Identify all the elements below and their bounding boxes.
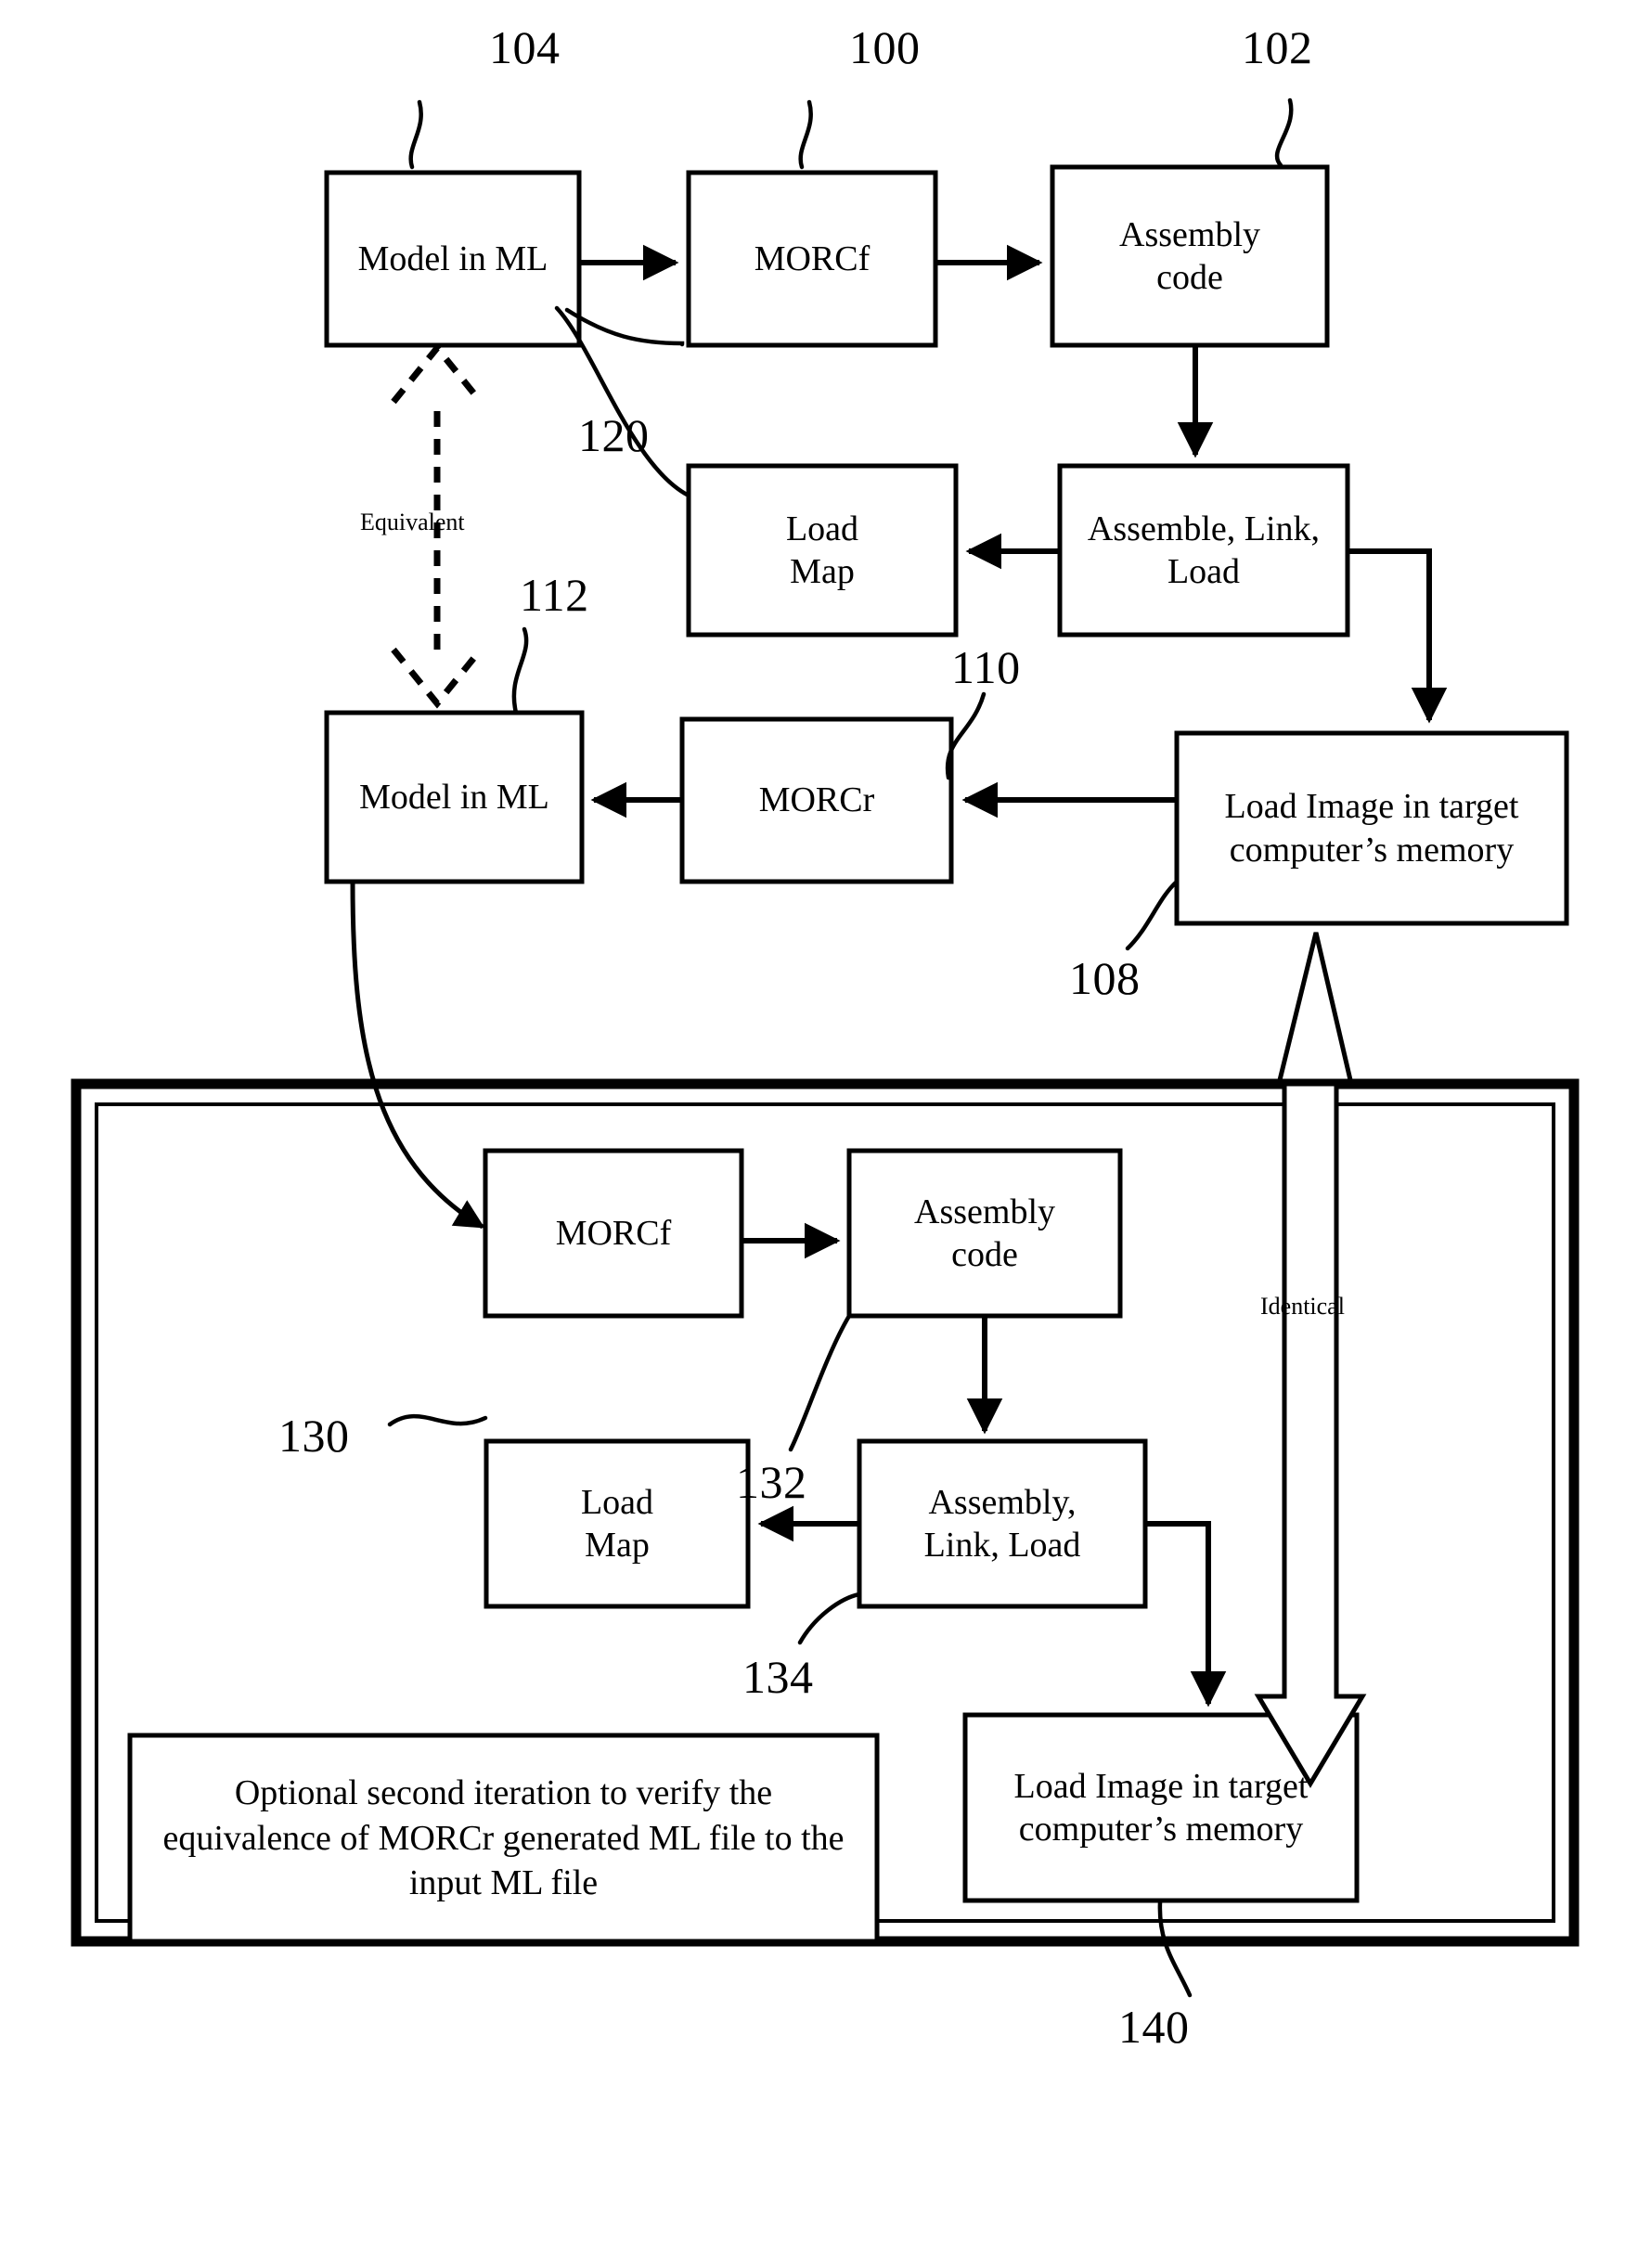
box-assembly-link-load-bottom (857, 1438, 1148, 1609)
leader-132 (788, 1313, 852, 1452)
ref-number-110: 110 (951, 641, 1021, 693)
equivalence-arrow-lower-head (391, 647, 484, 709)
ref-number-108: 108 (1069, 952, 1141, 1004)
leader-108 (1125, 879, 1180, 951)
ref-number-140: 140 (1118, 2001, 1190, 2053)
leader-130 (387, 1413, 488, 1427)
box-optional-note (127, 1733, 880, 1944)
figure-canvas: Model in ML MORCf Assembly code Load Map… (0, 0, 1638, 2268)
arrow-assemble-to-loadimage-top (1348, 548, 1448, 724)
box-model-in-ml-mid (324, 710, 585, 884)
ref-number-102: 102 (1242, 21, 1313, 73)
leader-134 (797, 1591, 862, 1645)
ref-number-100: 100 (849, 21, 921, 73)
diagram-vector-layer (71, 97, 1580, 1998)
box-assembly-code-top (1050, 164, 1330, 348)
box-morcr (679, 716, 954, 884)
leader-102 (1274, 97, 1294, 168)
identical-hollow-arrow (1254, 1081, 1367, 1788)
box-morcf-bottom (483, 1148, 744, 1319)
box-assemble-link-load-top (1057, 463, 1350, 638)
leader-140 (1157, 1900, 1193, 1998)
leader-104 (408, 99, 423, 170)
identical-arrow-tip-top (1276, 932, 1354, 1085)
arrow-all-to-loadimage-bottom (1145, 1521, 1227, 1707)
box-assembly-code-bottom (846, 1148, 1123, 1319)
arrow-model-mid-to-morcf-bottom (350, 881, 485, 1230)
leader-112 (511, 626, 529, 715)
equivalence-arrow-upper-head (391, 342, 484, 405)
ref-number-132: 132 (736, 1456, 807, 1508)
annotation-identical: Identical (1260, 1293, 1345, 1320)
box-load-map-bottom (484, 1438, 751, 1609)
box-model-in-ml-top (324, 170, 582, 348)
box-load-map-top (686, 463, 959, 638)
box-load-image-top (1174, 730, 1569, 926)
leader-120 (564, 307, 685, 347)
ref-number-104: 104 (489, 21, 561, 73)
ref-number-120: 120 (578, 409, 650, 461)
ref-number-112: 112 (520, 569, 589, 621)
ref-number-130: 130 (278, 1410, 350, 1462)
annotation-equivalent: Equivalent (360, 509, 465, 535)
box-morcf-top (686, 170, 938, 348)
leader-100 (798, 99, 813, 170)
ref-number-134: 134 (742, 1651, 814, 1703)
